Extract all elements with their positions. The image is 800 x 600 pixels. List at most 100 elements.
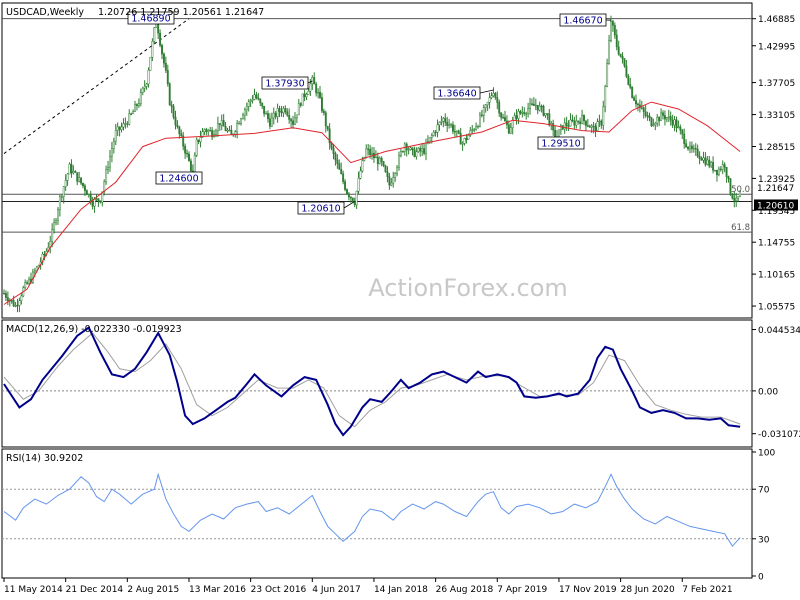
candle-body <box>132 111 135 115</box>
candle-body <box>301 93 304 106</box>
candle-body <box>455 130 458 133</box>
candle-body <box>376 156 379 165</box>
candle-body <box>270 117 273 127</box>
candle-body <box>679 126 682 131</box>
candle-body <box>378 157 381 165</box>
annotation-text: 1.20610 <box>301 204 340 215</box>
candle-body <box>62 186 65 197</box>
watermark: ActionForex.com <box>368 274 568 302</box>
candle-body <box>118 126 121 130</box>
candle-body <box>598 120 601 123</box>
candle-body <box>579 121 582 124</box>
price-tick-label: 1.42995 <box>758 42 795 52</box>
candle-body <box>494 93 497 98</box>
candle-body <box>149 56 152 71</box>
candle-body <box>729 178 732 195</box>
candle-body <box>687 146 689 150</box>
x-tick-label: 21 Dec 2014 <box>66 585 124 595</box>
candle-body <box>60 196 63 198</box>
rsi-tick-label: 0 <box>758 573 764 583</box>
candle-body <box>322 110 325 114</box>
candle-body <box>390 182 393 186</box>
candle-body <box>629 84 632 88</box>
candle-body <box>671 119 674 126</box>
candle-body <box>126 123 129 125</box>
candle-body <box>708 159 711 167</box>
x-tick-label: 13 Mar 2016 <box>189 585 246 595</box>
chart-root: ActionForex.com 50.0 61.8 1.46890 1.37930 1.… <box>0 0 800 600</box>
candle-body <box>228 129 231 132</box>
candle-body <box>215 130 217 135</box>
candle-body <box>552 123 555 131</box>
price-tick-label: 1.14755 <box>758 239 795 249</box>
candle-body <box>648 115 651 118</box>
candle-body <box>716 169 718 176</box>
annotation-text: 1.24600 <box>159 174 198 185</box>
candle-body <box>245 106 248 110</box>
candle-body <box>297 103 300 116</box>
candle-body <box>432 131 435 136</box>
candle-body <box>238 123 241 125</box>
candle-body <box>188 153 190 162</box>
candle-body <box>147 69 150 85</box>
candle-body <box>453 131 456 133</box>
candle-body <box>218 123 221 126</box>
candle-body <box>509 127 512 134</box>
candle-body <box>521 112 524 114</box>
x-tick-label: 7 Feb 2021 <box>682 585 732 595</box>
candle-body <box>727 176 730 179</box>
candle-body <box>712 161 715 171</box>
candle-body <box>309 83 312 92</box>
candle-body <box>120 126 123 130</box>
candle-body <box>507 124 510 134</box>
candle-body <box>311 76 314 85</box>
candle-body <box>610 20 612 41</box>
x-tick-label: 11 May 2014 <box>4 585 63 595</box>
candle-body <box>490 95 493 98</box>
x-tick-label: 14 Jan 2018 <box>374 585 428 595</box>
candle-body <box>338 163 341 170</box>
candle-body <box>93 199 96 207</box>
candle-body <box>611 20 614 26</box>
candle-body <box>288 114 291 120</box>
candle-body <box>268 118 271 127</box>
candle-body <box>457 130 460 134</box>
candle-body <box>290 119 293 122</box>
candle-body <box>478 114 481 127</box>
candle-body <box>72 171 75 174</box>
candle-body <box>359 170 362 179</box>
candle-body <box>265 113 268 115</box>
candle-body <box>519 111 522 114</box>
candle-body <box>342 173 345 182</box>
candle-body <box>307 90 310 95</box>
candle-body <box>662 112 664 116</box>
price-label-text: 1.20610 <box>757 201 794 211</box>
fib-level-label: 61.8 <box>731 223 750 233</box>
candle-body <box>704 157 707 165</box>
candle-body <box>617 46 620 55</box>
candle-body <box>586 125 589 127</box>
candle-body <box>43 253 46 256</box>
x-tick-label: 2 Aug 2015 <box>127 585 179 595</box>
candle-body <box>124 123 127 125</box>
candle-body <box>658 117 661 121</box>
candle-body <box>143 86 146 89</box>
candle-body <box>529 103 531 109</box>
candle-body <box>442 117 445 122</box>
candle-body <box>513 115 516 121</box>
candle-body <box>66 173 69 181</box>
candle-body <box>274 112 277 117</box>
candle-body <box>723 164 726 168</box>
candle-body <box>538 105 541 111</box>
candle-body <box>631 87 634 98</box>
candle-body <box>388 176 391 186</box>
candle-body <box>581 115 584 124</box>
candle-body <box>590 125 593 128</box>
candle-body <box>446 121 449 126</box>
candle-body <box>280 111 283 114</box>
candle-body <box>430 135 433 138</box>
candle-body <box>303 93 306 98</box>
candle-body <box>349 196 352 199</box>
candle-body <box>517 111 520 119</box>
candle-body <box>174 116 177 126</box>
